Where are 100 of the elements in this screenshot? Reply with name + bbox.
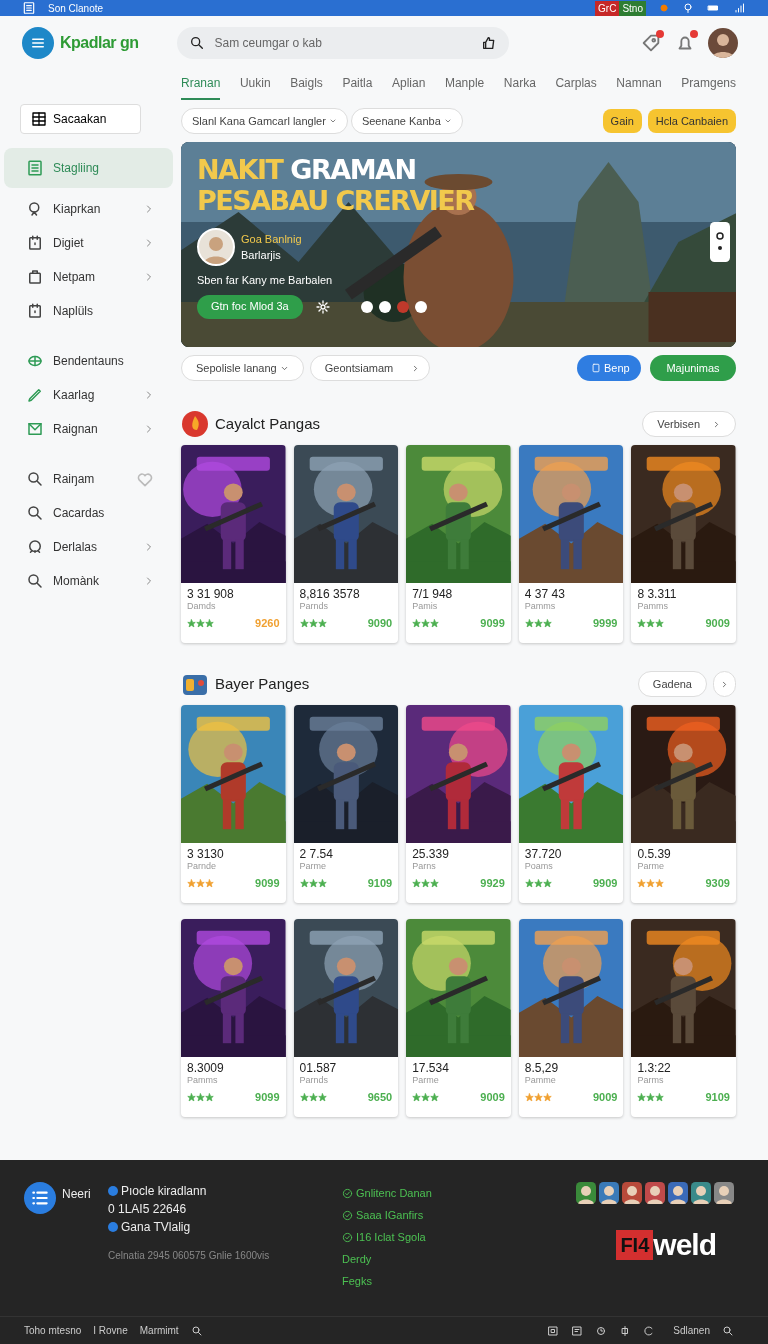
tab[interactable]: Aplian [392,70,426,100]
user-avatar[interactable] [708,28,738,58]
list-icon [24,1182,56,1214]
grid-icon [31,111,47,127]
sidebar-item[interactable]: Cacardas [4,496,173,530]
app-icon[interactable] [547,1324,560,1337]
sidebar-item[interactable]: Digiet [4,226,173,260]
game-card[interactable]: 0.5.39 Parme 9309 [631,705,736,903]
search-field[interactable]: Sam ceumgar o kab [176,27,509,59]
star-icon [205,878,214,888]
star-icon [533,1092,543,1102]
card-price: 9090 [367,616,393,632]
tab[interactable]: Uukin [239,70,271,100]
sidebar-item[interactable]: Kaarlag [4,378,173,412]
link-button[interactable]: Geontsiamam [309,355,430,381]
game-card[interactable]: 01.587 Parnds 9650 [293,919,399,1117]
footer-link[interactable]: I16 Iclat Sgola [356,1228,426,1246]
game-card[interactable]: 17.534 Parme 9009 [406,919,511,1117]
clock-icon[interactable] [595,1324,608,1337]
tab[interactable]: Manple [444,70,485,100]
game-card[interactable]: 37.720 Poams 9909 [518,705,624,903]
tab[interactable]: Baigls [290,70,323,100]
hero-title: NAKIT [197,154,283,185]
sidebar-item[interactable]: Stagliing [4,148,173,188]
sidebar-button[interactable]: Sacaakan [20,104,141,134]
sidebar-item[interactable]: Momànk [4,564,173,598]
game-card[interactable]: 8 3.311 Pamms 9009 [631,445,736,643]
card-number: 1.3:22 [636,1060,672,1076]
tag-button[interactable] [640,32,662,54]
menu-button[interactable] [22,27,54,59]
footer-link[interactable]: Fegks [342,1272,372,1290]
list-icon[interactable] [22,1,36,15]
sidebar-item[interactable]: Naplüls [4,294,173,328]
game-card[interactable]: 3 3130 Parnde 9099 [181,705,286,903]
document-icon[interactable] [571,1324,584,1337]
tab[interactable]: Narka [503,70,536,100]
game-card[interactable]: 3 31 908 Damds 9260 [181,445,286,643]
sidebar-item[interactable]: Netpam [4,260,173,294]
game-card[interactable]: 4 37 43 Pamms 9999 [518,445,624,643]
search-icon[interactable] [190,1324,203,1337]
sidebar-item[interactable]: Derlalas [4,530,173,564]
footer-link[interactable]: I Rovne [93,1323,128,1338]
star-icon [187,1092,196,1102]
filter-chip[interactable]: Gain [602,109,642,133]
user-avatar[interactable] [576,1182,596,1204]
sort-dropdown[interactable]: Sepolisle lanang [181,355,304,381]
location-icon[interactable] [682,2,694,14]
star-icon [205,1092,214,1102]
game-card[interactable]: 7/1 948 Pamis 9099 [406,445,511,643]
tab[interactable]: Rranan [181,70,221,100]
sidebar-item[interactable]: Bendentauns [4,344,173,378]
footer-link[interactable]: Saaa IGanfirs [356,1206,424,1224]
tab[interactable]: Paitla [342,70,373,100]
filter-dropdown[interactable]: Slanl Kana Gamcarl langler [181,108,348,134]
chevron-right-icon [720,679,729,689]
star-icon [196,618,205,628]
star-icon [655,618,665,628]
footer-link[interactable]: Sdlanen [673,1323,710,1338]
view-more-button[interactable]: Gadena [637,671,707,697]
game-card[interactable]: 8.3009 Pamms 9099 [181,919,286,1117]
sidebar-item[interactable]: Raiŋam [4,462,173,496]
tab[interactable]: Pramgens [681,70,736,100]
check-circle-icon [342,1187,353,1199]
location-dot-icon [108,1222,118,1232]
filter-chip[interactable]: Hcla Canbaien [647,109,736,133]
thumbs-up-icon[interactable] [480,35,497,51]
footer-link[interactable]: Marmimt [139,1323,179,1338]
game-card[interactable]: 2 7.54 Parme 9109 [293,705,399,903]
user-avatar[interactable] [668,1182,688,1204]
user-avatar[interactable] [599,1182,619,1204]
sidebar-item[interactable]: Kiaprkan [4,192,173,226]
more-menu-button[interactable] [710,222,730,262]
game-card[interactable]: 25.339 Parns 9929 [406,705,511,903]
card-number: 3 3130 [186,846,225,862]
chevron-right-icon [712,419,721,429]
game-card[interactable]: 8.5,29 Pamme 9009 [518,919,624,1117]
footer-link[interactable]: Gnlitenc Danan [356,1184,432,1202]
card-subtitle: Pamms [186,1075,219,1087]
star-icon [637,618,647,628]
footer-link[interactable]: Derdy [342,1250,372,1268]
author-name: Goa Banlnig [241,231,302,247]
refresh-icon[interactable] [643,1324,656,1337]
user-avatar[interactable] [691,1182,711,1204]
primary-button[interactable]: Benp [577,355,641,381]
user-avatar[interactable] [645,1182,665,1204]
user-avatar[interactable] [622,1182,642,1204]
tab[interactable]: Carplas [555,70,597,100]
filter-dropdown[interactable]: Seenane Kanba [350,108,463,134]
tab[interactable]: Namnan [616,70,662,100]
game-card[interactable]: 8,816 3578 Parnds 9090 [293,445,399,643]
location-dot-icon [108,1186,118,1196]
card-subtitle: Parnds [298,1075,330,1087]
user-avatar[interactable] [714,1182,734,1204]
sidebar-item[interactable]: Raignan [4,412,173,446]
game-card[interactable]: 1.3:22 Parms 9109 [631,919,736,1117]
star-icon [655,878,665,888]
search-icon[interactable] [722,1324,734,1337]
view-more-button[interactable]: Verbisen [642,411,736,437]
card-price: 9109 [367,876,393,892]
footer-link[interactable]: Toho mtesno [24,1323,82,1338]
